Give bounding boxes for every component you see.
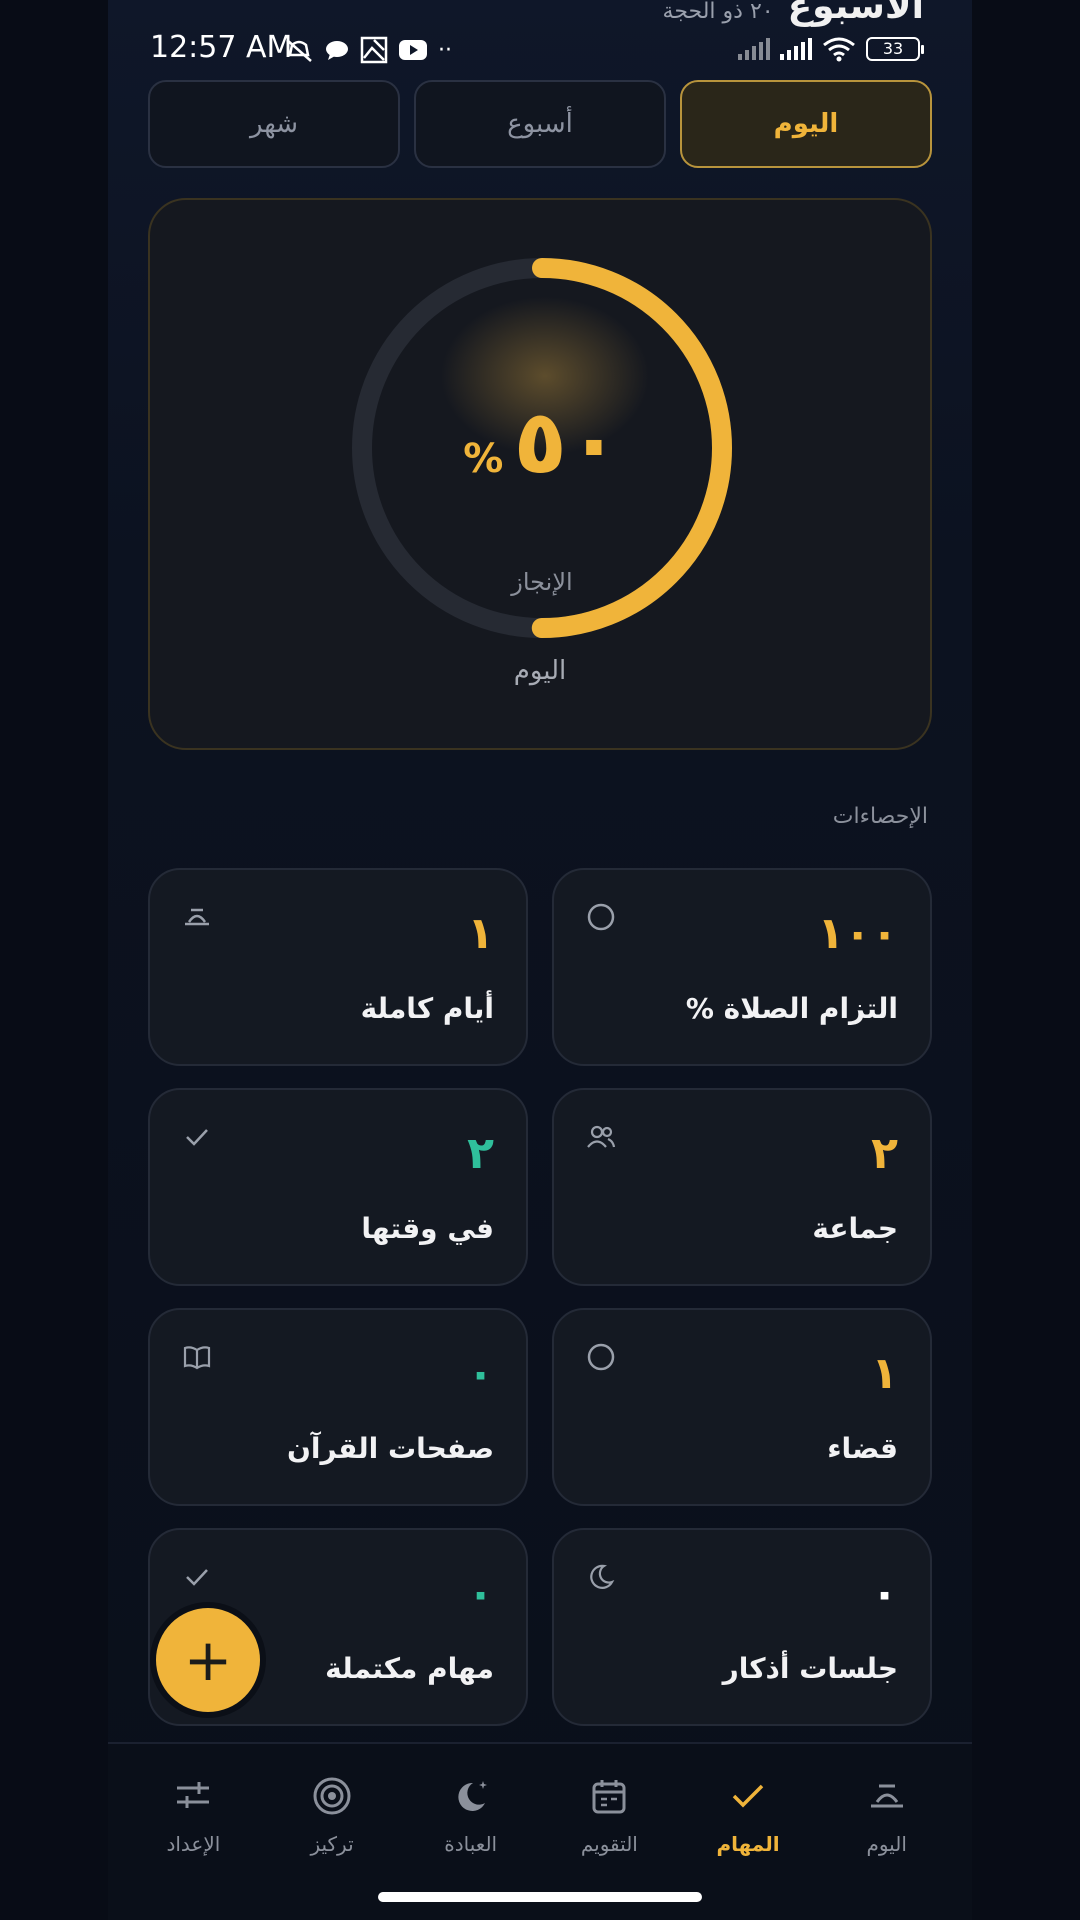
nav-item-focus[interactable]: تركيز	[267, 1772, 397, 1856]
nav-item-worship[interactable]: العبادة	[406, 1772, 536, 1856]
sliders-icon	[177, 1782, 210, 1808]
nav-item-calendar[interactable]: التقويم	[544, 1772, 674, 1856]
notification-icons: ··	[284, 36, 452, 64]
battery-icon: 33	[866, 37, 924, 61]
stat-value: ٠	[871, 1568, 898, 1619]
check-icon	[186, 1569, 208, 1586]
progress-card: ٥٠% الإنجاز اليوم	[148, 198, 932, 750]
stat-value: ٠	[467, 1348, 494, 1399]
nav-label: العبادة	[444, 1832, 498, 1856]
nav-item-settings[interactable]: الإعداد	[128, 1772, 258, 1856]
stat-card-prayer-commitment[interactable]: ١٠٠ التزام الصلاة %	[552, 868, 932, 1066]
chat-icon	[326, 41, 348, 60]
stat-label: مهام مكتملة	[325, 1652, 494, 1685]
book-icon	[183, 1346, 211, 1370]
add-button[interactable]: +	[156, 1608, 260, 1712]
stat-card-qada[interactable]: ١ قضاء	[552, 1308, 932, 1506]
image-icon	[360, 36, 388, 64]
stats-grid: ١٠٠ التزام الصلاة % ١ أيام كاملة ٢ جماعة…	[148, 868, 932, 1726]
nav-label: اليوم	[866, 1832, 907, 1856]
stat-label: صفحات القرآن	[287, 1432, 494, 1465]
stat-label: جماعة	[812, 1212, 898, 1245]
more-notifications-icon: ··	[438, 37, 452, 63]
nav-label: التقويم	[580, 1832, 638, 1856]
progress-period: اليوم	[513, 656, 567, 686]
stat-label: جلسات أذكار	[722, 1652, 898, 1685]
sunrise-icon	[870, 1784, 903, 1808]
nav-item-today[interactable]: اليوم	[822, 1772, 952, 1856]
stats-title: الإحصاءات	[832, 804, 928, 829]
stat-card-on-time[interactable]: ٢ في وقتها	[148, 1088, 528, 1286]
status-bar: 12:57 AM ·· 33	[108, 30, 972, 70]
bottom-nav: اليوم المهام التقويم العبادة تركيز الإعد…	[108, 1742, 972, 1920]
home-indicator[interactable]	[378, 1892, 702, 1902]
users-icon	[587, 1125, 616, 1148]
stat-value: ٢	[871, 1128, 898, 1179]
stat-label: أيام كاملة	[360, 992, 494, 1025]
status-time: 12:57 AM	[150, 30, 293, 65]
stat-card-full-days[interactable]: ١ أيام كاملة	[148, 868, 528, 1066]
system-icons: 33	[738, 36, 924, 62]
tab-today[interactable]: اليوم	[680, 80, 932, 168]
tab-month[interactable]: شهر	[148, 80, 400, 168]
moon-star-icon	[458, 1781, 487, 1811]
stat-value: ٠	[467, 1568, 494, 1619]
stat-label: في وقتها	[361, 1212, 494, 1245]
target-icon	[313, 1777, 351, 1815]
mute-icon	[286, 39, 312, 62]
progress-label: الإنجاز	[511, 568, 573, 596]
stat-card-dhikr-sessions[interactable]: ٠ جلسات أذكار	[552, 1528, 932, 1726]
circle-icon	[587, 903, 615, 931]
stat-value: ١	[467, 908, 494, 959]
hijri-date: ٢٠ ذو الحجة	[662, 0, 774, 24]
moon-icon	[590, 1564, 615, 1589]
progress-value: ٥٠%	[350, 390, 734, 493]
check-icon	[732, 1784, 764, 1808]
app-screen: الأسبوع ٢٠ ذو الحجة 12:57 AM ·· 33 شهر أ…	[108, 0, 972, 1920]
nav-label: المهام	[716, 1832, 780, 1856]
nav-label: تركيز	[310, 1832, 354, 1856]
progress-ring: ٥٠% الإنجاز	[350, 256, 734, 640]
nav-item-tasks[interactable]: المهام	[683, 1772, 813, 1856]
wifi-icon	[823, 37, 855, 62]
calendar-icon	[592, 1780, 626, 1814]
stat-card-congregation[interactable]: ٢ جماعة	[552, 1088, 932, 1286]
sunrise-icon	[185, 908, 209, 926]
progress-number: ٥٠	[513, 390, 621, 493]
stat-card-quran-pages[interactable]: ٠ صفحات القرآن	[148, 1308, 528, 1506]
nav-label: الإعداد	[166, 1832, 221, 1856]
percent-sign: %	[463, 436, 504, 482]
stat-value: ١٠٠	[817, 908, 898, 959]
stat-label: قضاء	[827, 1432, 898, 1465]
youtube-icon	[399, 40, 427, 60]
stat-value: ١	[871, 1348, 898, 1399]
signal-icon	[738, 38, 770, 60]
tab-week[interactable]: أسبوع	[414, 80, 666, 168]
period-tabs: شهر أسبوع اليوم	[148, 80, 932, 168]
stat-label: التزام الصلاة %	[685, 992, 898, 1025]
signal-icon-2	[780, 38, 812, 60]
circle-icon	[587, 1343, 615, 1371]
page-title: الأسبوع	[787, 0, 924, 27]
check-icon	[186, 1129, 208, 1146]
stat-value: ٢	[467, 1128, 494, 1179]
page-header: الأسبوع ٢٠ ذو الحجة	[663, 0, 924, 27]
